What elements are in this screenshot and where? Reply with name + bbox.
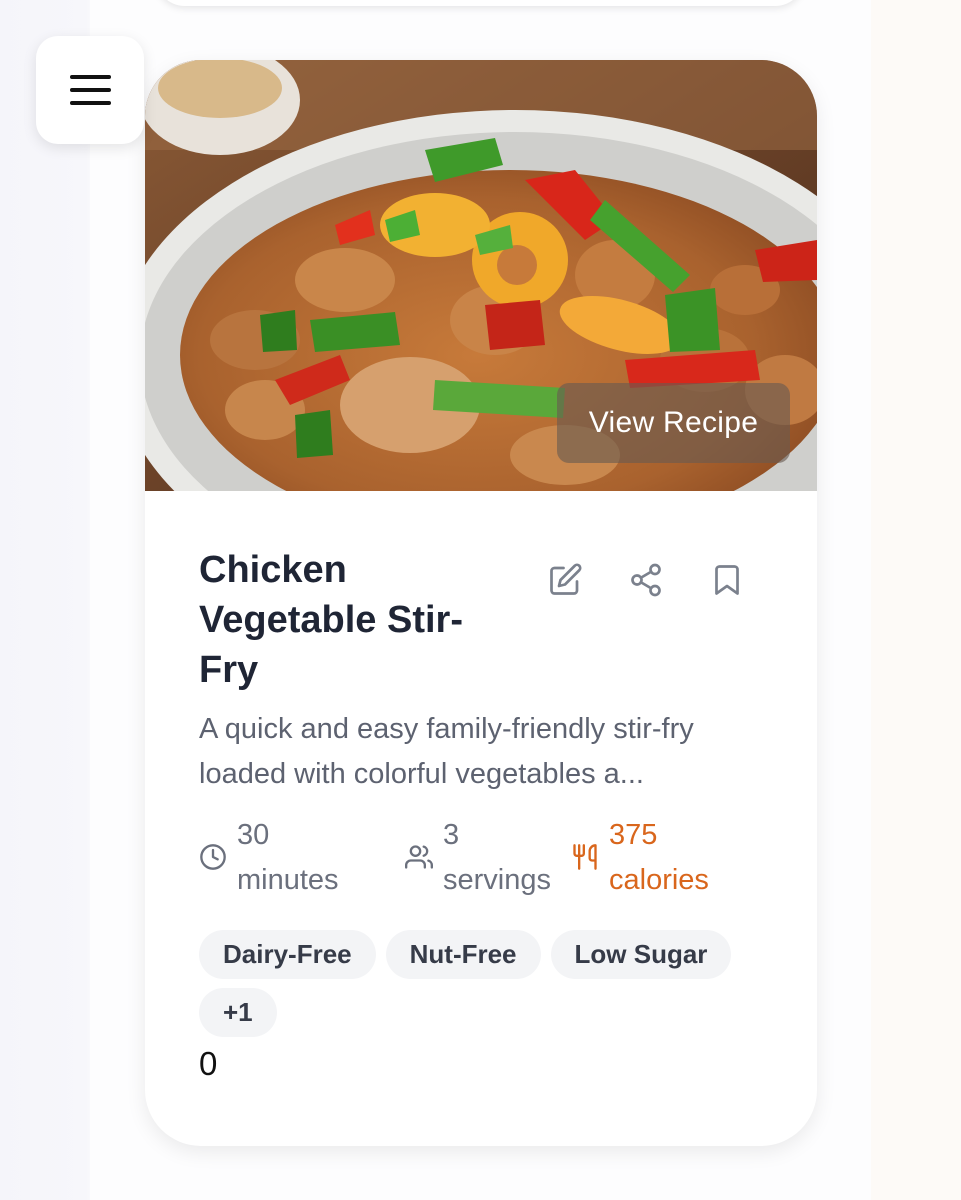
recipe-card[interactable]: View Recipe Chicken Vegetable Stir-Fry A bbox=[145, 60, 817, 1146]
prep-time-unit: minutes bbox=[237, 864, 339, 896]
tag-dairy-free[interactable]: Dairy-Free bbox=[199, 930, 376, 979]
menu-button[interactable] bbox=[36, 36, 144, 144]
recipe-title[interactable]: Chicken Vegetable Stir-Fry bbox=[199, 545, 509, 695]
share-button[interactable] bbox=[626, 560, 666, 600]
calories-value: 375 bbox=[609, 819, 658, 851]
diet-tags: Dairy-Free Nut-Free Low Sugar +1 bbox=[199, 930, 799, 1037]
recipe-image[interactable]: View Recipe bbox=[145, 60, 817, 491]
utensils-icon bbox=[573, 844, 597, 870]
card-actions bbox=[545, 560, 788, 600]
hamburger-menu-icon-bar bbox=[69, 88, 111, 92]
servings: 3 servings bbox=[405, 813, 551, 903]
right-background bbox=[871, 0, 961, 1200]
count-value: 0 bbox=[199, 1045, 218, 1082]
servings-unit: servings bbox=[443, 864, 551, 896]
previous-recipe-card[interactable] bbox=[155, 0, 805, 6]
hamburger-menu-icon-bar bbox=[69, 101, 111, 105]
prep-time: 30 minutes bbox=[199, 813, 339, 903]
edit-icon bbox=[550, 563, 582, 595]
share-icon bbox=[631, 563, 661, 597]
calories: 375 calories bbox=[571, 813, 709, 903]
users-icon bbox=[405, 845, 433, 869]
servings-value: 3 bbox=[443, 819, 460, 851]
clock-icon bbox=[200, 844, 226, 870]
prep-time-value: 30 bbox=[237, 819, 270, 851]
hamburger-menu-icon bbox=[69, 75, 111, 79]
view-recipe-button[interactable]: View Recipe bbox=[557, 383, 790, 463]
calories-unit: calories bbox=[609, 864, 709, 896]
tag-nut-free[interactable]: Nut-Free bbox=[385, 930, 541, 979]
tag-low-sugar[interactable]: Low Sugar bbox=[550, 930, 732, 979]
bookmark-button[interactable] bbox=[707, 560, 747, 600]
tag-more[interactable]: +1 bbox=[199, 988, 277, 1037]
bookmark-icon bbox=[715, 565, 739, 595]
recipe-description: A quick and easy family-friendly stir-fr… bbox=[199, 713, 694, 790]
edit-button[interactable] bbox=[545, 560, 585, 600]
